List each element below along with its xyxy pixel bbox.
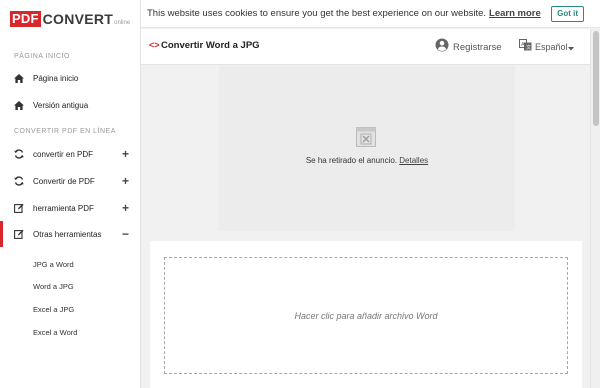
cookie-message: This website uses cookies to ensure you … bbox=[147, 8, 487, 19]
page-title: Convertir Word a JPG bbox=[161, 40, 260, 51]
home-icon bbox=[14, 73, 24, 83]
expand-icon[interactable]: + bbox=[122, 174, 129, 188]
upload-panel: Hacer clic para añadir archivo Word bbox=[150, 241, 582, 388]
translate-icon: A文 bbox=[519, 38, 532, 56]
expand-icon[interactable]: + bbox=[122, 201, 129, 215]
sidebar-item-label: herramienta PDF bbox=[33, 203, 94, 213]
sidebar-item-convert-from-pdf[interactable]: Convertir de PDF + bbox=[0, 168, 140, 194]
code-icon: <> bbox=[149, 40, 160, 50]
register-button[interactable]: Registrarse bbox=[435, 38, 502, 57]
logo-pdf-text: PDF bbox=[10, 11, 41, 27]
expand-icon[interactable]: + bbox=[122, 147, 129, 161]
sidebar-item-label: convertir en PDF bbox=[33, 149, 94, 159]
sub-item-jpg-to-word[interactable]: JPG a Word bbox=[33, 260, 74, 269]
sidebar-item-convert-to-pdf[interactable]: convertir en PDF + bbox=[0, 141, 140, 167]
dropzone-text: Hacer clic para añadir archivo Word bbox=[294, 310, 438, 321]
edit-icon bbox=[14, 203, 24, 213]
ad-message: Se ha retirado el anuncio. bbox=[305, 156, 398, 165]
cookie-bar: This website uses cookies to ensure you … bbox=[141, 0, 600, 28]
language-label: Español bbox=[535, 42, 568, 52]
scroll-thumb[interactable] bbox=[593, 31, 599, 126]
scrollbar[interactable] bbox=[590, 29, 600, 388]
ad-placeholder: Se ha retirado el anuncio. Detalles bbox=[219, 66, 515, 231]
svg-text:A: A bbox=[521, 42, 525, 48]
sub-item-excel-to-jpg[interactable]: Excel a JPG bbox=[33, 305, 74, 314]
home-icon bbox=[14, 100, 24, 110]
edit-icon bbox=[14, 229, 24, 239]
sidebar-item-label: Convertir de PDF bbox=[33, 176, 95, 186]
svg-text:文: 文 bbox=[526, 44, 531, 51]
sub-item-excel-to-word[interactable]: Excel a Word bbox=[33, 328, 77, 337]
sidebar-item-label: Otras herramientas bbox=[33, 229, 102, 239]
section-title-convert: CONVERTIR PDF EN LÍNEA bbox=[14, 128, 116, 135]
file-dropzone[interactable]: Hacer clic para añadir archivo Word bbox=[164, 257, 568, 374]
sub-item-word-to-jpg[interactable]: Word a JPG bbox=[33, 282, 74, 291]
sidebar-item-other-tools[interactable]: Otras herramientas − bbox=[0, 221, 140, 247]
sidebar-item-label: Versión antigua bbox=[33, 100, 89, 110]
sidebar: PDF CONVERT online PÁGINA INICIO Página … bbox=[0, 0, 141, 388]
logo-convert-text: CONVERT bbox=[42, 11, 114, 27]
user-icon bbox=[435, 38, 449, 57]
logo-online-text: online bbox=[114, 20, 131, 26]
ad-removed-text: Se ha retirado el anuncio. Detalles bbox=[219, 156, 515, 165]
sidebar-item-pdf-tool[interactable]: herramienta PDF + bbox=[0, 195, 140, 221]
page-header: <> Convertir Word a JPG Registrarse A文 E… bbox=[141, 29, 590, 65]
got-it-button[interactable]: Got it bbox=[551, 6, 584, 22]
sidebar-item-label: Página inicio bbox=[33, 73, 79, 83]
language-selector[interactable]: A文 Español bbox=[519, 38, 574, 56]
sidebar-item-old-version[interactable]: Versión antigua bbox=[0, 92, 140, 118]
refresh-icon bbox=[14, 176, 24, 186]
logo[interactable]: PDF CONVERT online bbox=[10, 9, 130, 27]
register-label: Registrarse bbox=[453, 42, 502, 53]
learn-more-link[interactable]: Learn more bbox=[489, 8, 541, 19]
chevron-down-icon bbox=[567, 38, 574, 56]
collapse-icon[interactable]: − bbox=[122, 227, 129, 241]
cookie-text: This website uses cookies to ensure you … bbox=[147, 8, 541, 19]
sidebar-item-home[interactable]: Página inicio bbox=[0, 65, 140, 91]
section-title-home: PÁGINA INICIO bbox=[14, 53, 70, 60]
ad-removed-icon bbox=[356, 127, 376, 147]
details-link[interactable]: Detalles bbox=[399, 156, 428, 165]
refresh-icon bbox=[14, 149, 24, 159]
